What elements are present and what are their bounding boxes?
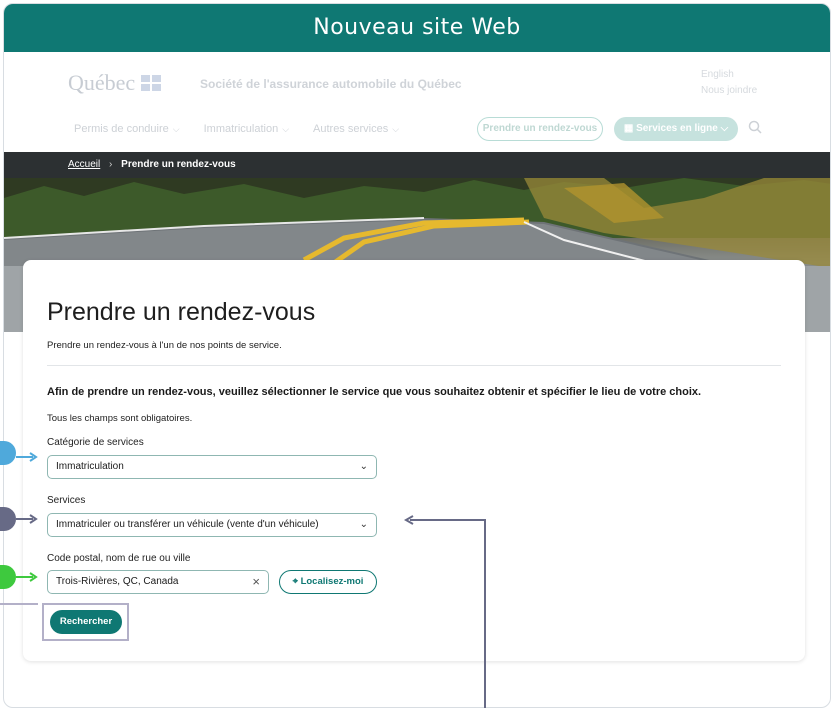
search-button-highlight: Rechercher [42,603,129,641]
logo-text: Québec [68,70,136,95]
services-label: Services [47,495,86,506]
breadcrumb-home-link[interactable]: Accueil [68,159,100,170]
form-instructions: Afin de prendre un rendez-vous, veuillez… [47,386,702,398]
divider [47,365,781,366]
header-utility-links: English Nous joindre [701,67,757,99]
new-website-banner: Nouveau site Web [4,4,830,52]
nav-item-label: Autres services [313,123,389,135]
browser-frame: Nouveau site Web Québec Société de l'ass… [3,3,831,708]
breadcrumb-separator: › [109,159,113,170]
grid-icon: ▦ [623,123,637,134]
services-select[interactable]: Immatriculer ou transférer un véhicule (… [47,513,377,537]
site-header: Québec Société de l'assurance automobile… [4,52,830,152]
chevron-down-icon: ⌄ [359,461,368,472]
breadcrumb: Accueil › Prendre un rendez-vous [4,152,830,178]
crosshair-icon: ⌖ [292,576,301,587]
locate-me-label: Localisez-moi [300,576,364,587]
chevron-down-icon: ⌵ [392,124,400,134]
search-button[interactable]: Rechercher [50,610,122,634]
nav-item-label: Immatriculation [203,123,279,135]
search-icon[interactable] [748,120,762,134]
nav-item-autres-services[interactable]: Autres services ⌵ [313,123,399,135]
services-select-value: Immatriculer ou transférer un véhicule (… [56,519,319,530]
category-select[interactable]: Immatriculation ⌄ [47,455,377,479]
contact-link[interactable]: Nous joindre [701,83,757,99]
appointment-card: Prendre un rendez-vous Prendre un rendez… [23,260,805,661]
main-nav: Permis de conduire ⌵ Immatriculation ⌵ Aut… [74,123,399,135]
quebec-logo[interactable]: Québec [68,70,162,96]
required-fields-note: Tous les champs sont obligatoires. [47,413,193,424]
header-appointment-button[interactable]: Prendre un rendez-vous [477,117,603,141]
nav-item-immatriculation[interactable]: Immatriculation ⌵ [204,123,289,135]
page-title: Prendre un rendez-vous [47,298,316,326]
online-services-label: Services en ligne [636,123,718,134]
chevron-down-icon: ⌵ [717,123,729,134]
language-link[interactable]: English [701,67,757,83]
quebec-flag-icon [141,75,162,91]
chevron-down-icon: ⌵ [282,124,290,134]
location-label: Code postal, nom de rue ou ville [47,553,191,564]
location-input-value: Trois-Rivières, QC, Canada [56,576,179,587]
nav-item-label: Permis de conduire [74,123,169,135]
chevron-down-icon: ⌄ [359,519,368,530]
online-services-button[interactable]: ▦ Services en ligne ⌵ [614,117,738,141]
organization-name: Société de l'assurance automobile du Qué… [200,77,462,91]
nav-item-permis[interactable]: Permis de conduire ⌵ [74,123,180,135]
category-select-value: Immatriculation [56,461,124,472]
location-input[interactable]: Trois-Rivières, QC, Canada × [47,570,269,594]
breadcrumb-current: Prendre un rendez-vous [121,159,236,170]
page-subtitle: Prendre un rendez-vous à l'un de nos poi… [47,340,282,351]
category-label: Catégorie de services [47,437,144,448]
chevron-down-icon: ⌵ [172,124,180,134]
locate-me-button[interactable]: ⌖ Localisez-moi [279,570,377,594]
clear-icon[interactable]: × [252,571,260,593]
